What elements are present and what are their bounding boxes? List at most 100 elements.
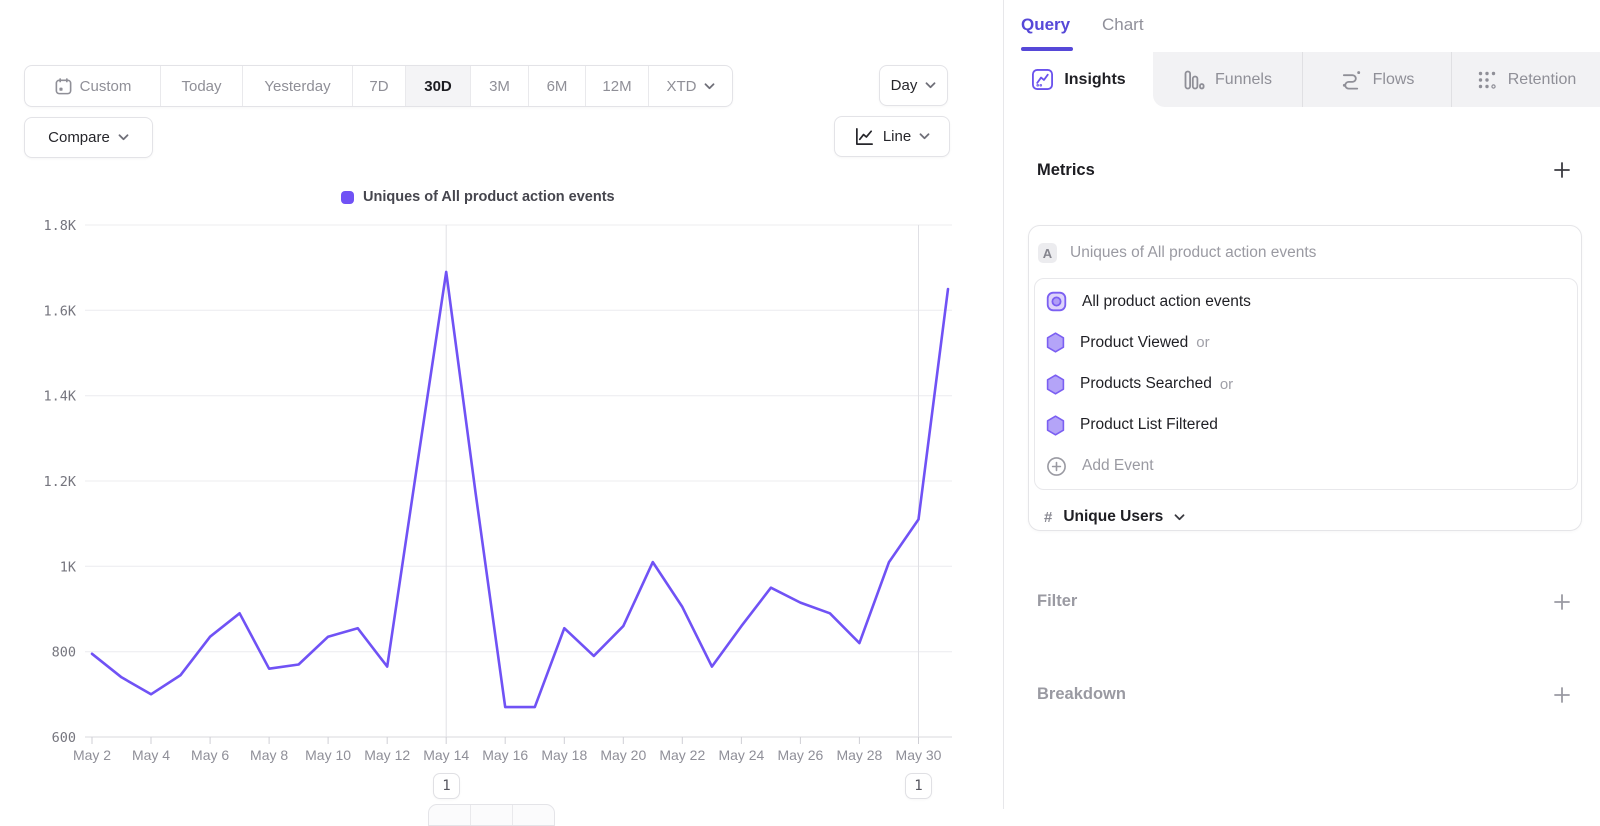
date-range-12m[interactable]: 12M: [585, 66, 648, 106]
metric-card-header[interactable]: A Uniques of All product action events: [1038, 243, 1316, 263]
svg-text:May 14: May 14: [423, 747, 469, 763]
date-range-30d[interactable]: 30D: [405, 66, 470, 106]
annotation-chip[interactable]: 1: [433, 773, 460, 799]
svg-text:1.8K: 1.8K: [43, 218, 76, 234]
date-range-yesterday[interactable]: Yesterday: [242, 66, 352, 106]
hash-icon: #: [1044, 509, 1052, 526]
metric-letter-badge: A: [1038, 243, 1057, 263]
tab-label: Retention: [1508, 71, 1577, 89]
hexagon-icon: [1046, 374, 1065, 395]
event-label: Products Searched: [1080, 375, 1212, 393]
metric-card: A Uniques of All product action events A…: [1028, 225, 1582, 531]
svg-text:May 20: May 20: [600, 747, 646, 763]
footer-segment: [512, 805, 554, 825]
compare-button[interactable]: Compare: [24, 117, 153, 158]
footer-segment: [429, 805, 470, 825]
breakdown-section-title: Breakdown: [1037, 685, 1126, 704]
date-range-control: Custom Today Yesterday 7D 30D 3M 6M 12M XTD: [24, 65, 733, 107]
tab-retention[interactable]: Retention: [1451, 52, 1600, 107]
svg-text:May 24: May 24: [718, 747, 764, 763]
legend-color-chip: [341, 191, 354, 204]
granularity-label: Day: [891, 77, 918, 94]
svg-text:May 8: May 8: [250, 747, 288, 763]
date-range-label: 30D: [424, 78, 452, 95]
chart-legend-item[interactable]: Uniques of All product action events: [341, 189, 615, 205]
funnels-icon: [1183, 69, 1205, 91]
event-operator: or: [1196, 334, 1209, 351]
chevron-down-icon: [704, 83, 715, 90]
tab-query[interactable]: Query: [1021, 15, 1070, 35]
aggregation-dropdown[interactable]: # Unique Users: [1044, 508, 1185, 526]
tab-label: Funnels: [1215, 71, 1272, 89]
svg-text:1.4K: 1.4K: [43, 389, 76, 405]
add-breakdown-button[interactable]: [1551, 684, 1573, 706]
add-event-row[interactable]: Add Event: [1035, 446, 1577, 487]
chevron-down-icon: [925, 82, 936, 89]
chevron-down-icon: [1174, 514, 1185, 521]
tab-label: Insights: [1064, 71, 1125, 89]
event-list: All product action events Product Viewed o…: [1034, 278, 1578, 490]
date-range-label: XTD: [667, 78, 697, 95]
panel-divider: [1003, 0, 1004, 809]
granularity-button[interactable]: Day: [879, 65, 948, 106]
hexagon-icon: [1046, 415, 1065, 436]
date-range-today[interactable]: Today: [160, 66, 242, 106]
date-range-label: Today: [181, 78, 221, 95]
event-row[interactable]: Products Searched or: [1035, 363, 1577, 404]
event-row[interactable]: All product action events: [1035, 281, 1577, 322]
tab-funnels[interactable]: Funnels: [1153, 52, 1302, 107]
tab-flows[interactable]: Flows: [1302, 52, 1451, 107]
add-filter-button[interactable]: [1551, 591, 1573, 613]
svg-text:1K: 1K: [60, 559, 77, 575]
flows-icon: [1340, 68, 1363, 91]
date-range-label: 3M: [489, 78, 510, 95]
report-type-tabs: Insights Funnels Flows Retention: [1004, 52, 1600, 107]
add-metric-button[interactable]: [1551, 159, 1573, 181]
insights-icon: [1031, 68, 1054, 91]
event-label: Add Event: [1082, 457, 1154, 475]
chart-type-button[interactable]: Line: [834, 116, 950, 157]
line-chart-icon: [854, 126, 875, 147]
svg-text:1.6K: 1.6K: [43, 303, 76, 319]
date-range-label: Custom: [80, 78, 132, 95]
svg-text:600: 600: [52, 730, 76, 746]
date-range-7d[interactable]: 7D: [352, 66, 405, 106]
svg-text:May 12: May 12: [364, 747, 410, 763]
svg-text:May 30: May 30: [896, 747, 942, 763]
event-label: All product action events: [1082, 293, 1251, 311]
svg-text:800: 800: [52, 645, 76, 661]
event-operator: or: [1220, 376, 1233, 393]
hexagon-icon: [1046, 332, 1065, 353]
metric-card-title: Uniques of All product action events: [1070, 244, 1316, 262]
date-range-3m[interactable]: 3M: [470, 66, 528, 106]
svg-text:May 6: May 6: [191, 747, 229, 763]
aggregation-label: Unique Users: [1063, 508, 1163, 526]
svg-text:May 18: May 18: [541, 747, 587, 763]
active-tab-underline: [1021, 47, 1073, 51]
date-range-label: 7D: [369, 78, 388, 95]
date-range-custom[interactable]: Custom: [25, 66, 160, 106]
event-row[interactable]: Product List Filtered: [1035, 405, 1577, 446]
chevron-down-icon: [919, 133, 930, 140]
svg-text:May 26: May 26: [777, 747, 823, 763]
date-range-label: 6M: [547, 78, 568, 95]
svg-text:1.2K: 1.2K: [43, 474, 76, 490]
annotation-chip[interactable]: 1: [905, 773, 932, 799]
legend-label: Uniques of All product action events: [363, 189, 615, 205]
chart-footer-control[interactable]: [428, 804, 555, 826]
svg-text:May 4: May 4: [132, 747, 170, 763]
event-label: Product List Filtered: [1080, 416, 1218, 434]
chart-type-label: Line: [883, 128, 911, 145]
compare-label: Compare: [48, 129, 110, 146]
tab-insights[interactable]: Insights: [1004, 52, 1153, 107]
svg-text:May 10: May 10: [305, 747, 351, 763]
event-label: Product Viewed: [1080, 334, 1188, 352]
svg-text:May 28: May 28: [836, 747, 882, 763]
filter-section-title: Filter: [1037, 592, 1077, 611]
all-events-icon: [1046, 291, 1067, 312]
tab-chart[interactable]: Chart: [1102, 15, 1144, 35]
svg-text:May 2: May 2: [73, 747, 111, 763]
date-range-xtd[interactable]: XTD: [648, 66, 732, 106]
event-row[interactable]: Product Viewed or: [1035, 322, 1577, 363]
date-range-6m[interactable]: 6M: [528, 66, 585, 106]
